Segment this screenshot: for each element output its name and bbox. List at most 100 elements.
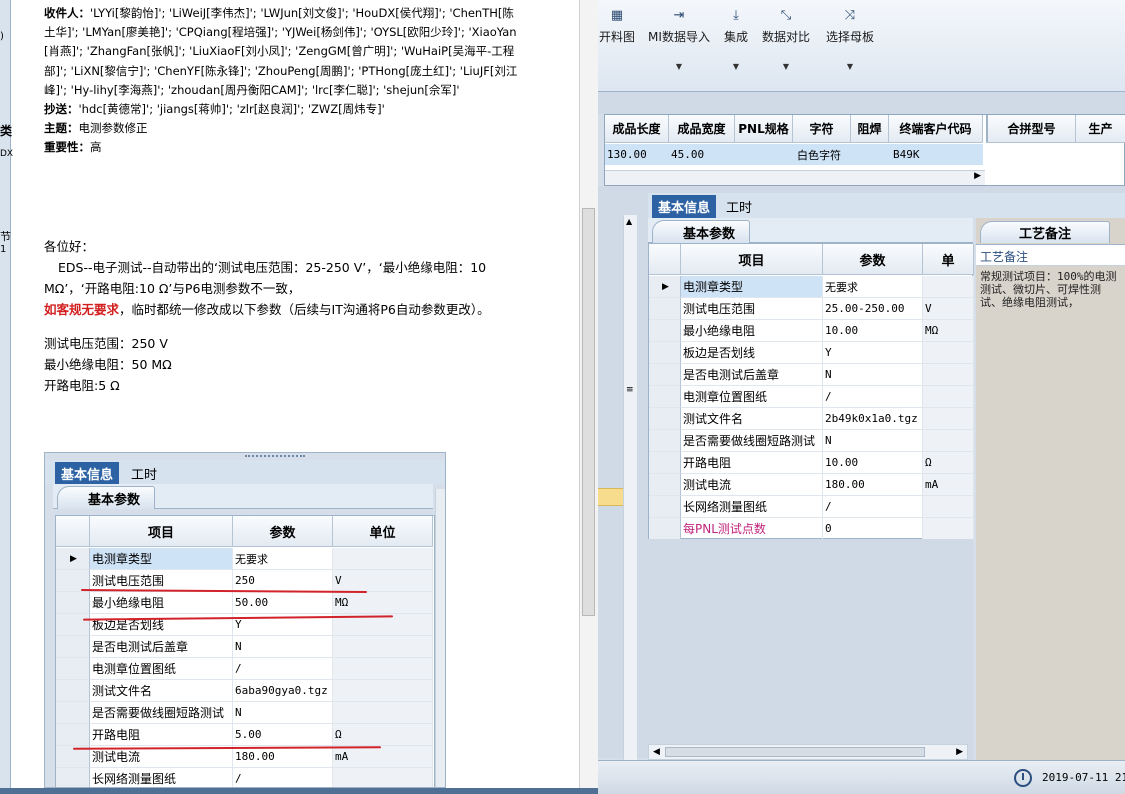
vertical-scrollbar[interactable]: ▲ ≡	[623, 215, 637, 760]
selected-node-highlight[interactable]	[596, 488, 624, 506]
remark-text[interactable]: 常规测试项目：100%的电测测试、微切片、可焊性测试、绝缘电阻测试，	[976, 266, 1125, 760]
recipients-line: 收件人：'LYYi[黎韵怡]'; 'LiWeiJ[李伟杰]'; 'LWJun[刘…	[44, 4, 522, 100]
dropdown-arrow-icon[interactable]: ▼	[760, 62, 812, 71]
row-indicator[interactable]	[649, 386, 681, 408]
cell-param: /	[233, 768, 333, 787]
col-character[interactable]: 字符	[793, 115, 851, 143]
cell-item: 最小绝缘电阻	[90, 592, 233, 614]
cc-value[interactable]: 'hdc[黄德常]'; 'jiangs[蒋帅]'; 'zlr[赵良润]'; 'Z…	[79, 102, 385, 116]
col-item[interactable]: 项目	[681, 244, 823, 275]
table-row[interactable]: ▶ 电测章类型 无要求	[649, 276, 974, 298]
scroll-right-icon[interactable]: ▶	[956, 747, 963, 757]
row-indicator[interactable]	[649, 496, 681, 518]
horizontal-scrollbar[interactable]: ◀ ▶	[648, 744, 968, 760]
cell-param[interactable]: 10.00	[823, 320, 923, 342]
col-pnl-spec[interactable]: PNL规格	[735, 115, 793, 143]
col-product-width[interactable]: 成品宽度	[669, 115, 735, 143]
cell-param[interactable]: N	[823, 430, 923, 452]
row-indicator[interactable]	[649, 430, 681, 452]
splitter-grip	[245, 455, 305, 458]
cell-param[interactable]: 无要求	[823, 276, 923, 298]
table-row[interactable]: 测试文件名 2b49k0x1a0.tgz	[649, 408, 974, 430]
scroll-grip-icon[interactable]: ≡	[626, 385, 634, 395]
cell-unit	[923, 496, 974, 518]
col-production[interactable]: 生产	[1076, 115, 1125, 143]
col-unit[interactable]: 单	[923, 244, 974, 275]
cell-unit	[333, 658, 433, 680]
cell-param[interactable]: 10.00	[823, 452, 923, 474]
row-indicator[interactable]	[649, 518, 681, 540]
erp-application-window: ▦ 开料图 ⇥ MI数据导入 ▼ ⤓ 集成 ▼ ⤡ 数据对比 ▼ ⤨ 选择母板 …	[596, 0, 1125, 794]
col-merge-model[interactable]: 合拼型号	[986, 115, 1076, 143]
ribbon-mi-import-button[interactable]: ⇥ MI数据导入 ▼	[646, 8, 712, 71]
cell-param[interactable]: 2b49k0x1a0.tgz	[823, 408, 923, 430]
email-vertical-scrollbar[interactable]	[579, 0, 598, 794]
subject-label: 主题：	[44, 121, 79, 136]
cell-param[interactable]: N	[823, 364, 923, 386]
col-client-code[interactable]: 终端客户代码	[889, 115, 983, 143]
table-row[interactable]: 测试电流 180.00 mA	[649, 474, 974, 496]
dropdown-arrow-icon[interactable]: ▼	[822, 62, 878, 71]
status-bar: 2019-07-11 21	[596, 760, 1125, 794]
tab-work-hours[interactable]: 工时	[720, 195, 758, 218]
col-solder-mask[interactable]: 阻焊	[851, 115, 889, 143]
scroll-up-icon[interactable]: ▲	[626, 217, 632, 226]
cell-unit	[923, 518, 974, 540]
cell-param[interactable]: 0	[823, 518, 923, 540]
scroll-right-icon[interactable]: ▶	[974, 171, 981, 181]
table-row[interactable]: 是否需要做线圈短路测试 N	[649, 430, 974, 452]
table-row[interactable]: 每PNL测试点数 0	[649, 518, 974, 540]
table-row[interactable]: 板边是否划线 Y	[649, 342, 974, 364]
cell-unit	[923, 342, 974, 364]
cell-item: 开路电阻	[90, 724, 233, 746]
table-row[interactable]: 长网络测量图纸 /	[649, 496, 974, 518]
col-product-length[interactable]: 成品长度	[605, 115, 669, 143]
col-param[interactable]: 参数	[823, 244, 923, 275]
table-row: 最小绝缘电阻 50.00 MΩ	[56, 592, 434, 614]
row-header-corner	[649, 244, 681, 275]
row-header-corner	[56, 516, 90, 547]
dropdown-arrow-icon[interactable]: ▼	[646, 62, 712, 71]
row-indicator[interactable]	[649, 408, 681, 430]
param-voltage-line: 测试电压范围：250 V	[44, 336, 168, 351]
scroll-thumb[interactable]	[582, 208, 595, 616]
row-indicator[interactable]	[649, 364, 681, 386]
tab-basic-params[interactable]: 基本参数	[652, 220, 751, 243]
status-datetime: 2019-07-11 21	[1042, 771, 1125, 784]
params-grid: 项目 参数 单 ▶ 电测章类型 无要求 测试电压范围 25.00-250.00 V 最小绝缘…	[648, 243, 974, 540]
recipients-value[interactable]: 'LYYi[黎韵怡]'; 'LiWeiJ[李伟杰]'; 'LWJun[刘文俊]'…	[44, 6, 517, 97]
table-row[interactable]: 测试电压范围 25.00-250.00 V	[649, 298, 974, 320]
dropdown-arrow-icon[interactable]: ▼	[720, 62, 752, 71]
cell-param[interactable]: Y	[823, 342, 923, 364]
ribbon-select-mother-button[interactable]: ⤨ 选择母板 ▼	[822, 8, 878, 71]
row-indicator[interactable]: ▶	[649, 276, 681, 298]
cell-param[interactable]: 180.00	[823, 474, 923, 496]
table-row[interactable]: 最小绝缘电阻 10.00 MΩ	[649, 320, 974, 342]
row-indicator	[56, 702, 90, 724]
email-header: 收件人：'LYYi[黎韵怡]'; 'LiWeiJ[李伟杰]'; 'LWJun[刘…	[44, 4, 522, 158]
table-row[interactable]: 电测章位置图纸 /	[649, 386, 974, 408]
ribbon-toolbar: ▦ 开料图 ⇥ MI数据导入 ▼ ⤓ 集成 ▼ ⤡ 数据对比 ▼ ⤨ 选择母板 …	[596, 0, 1125, 92]
cell-item: 开路电阻	[681, 452, 823, 474]
ribbon-integrate-button[interactable]: ⤓ 集成 ▼	[720, 8, 752, 71]
table-row[interactable]: 开路电阻 10.00 Ω	[649, 452, 974, 474]
row-indicator[interactable]	[649, 342, 681, 364]
scroll-thumb[interactable]	[665, 747, 925, 757]
tab-basic-info[interactable]: 基本信息	[652, 195, 717, 218]
cell-param[interactable]: 25.00-250.00	[823, 298, 923, 320]
cell-item: 电测章位置图纸	[90, 658, 233, 680]
tab-process-remark[interactable]: 工艺备注	[980, 221, 1110, 243]
cell-param: 无要求	[233, 548, 333, 570]
table-row[interactable]: 是否电测试后盖章 N	[649, 364, 974, 386]
scroll-left-icon[interactable]: ◀	[653, 747, 660, 757]
horizontal-scrollbar[interactable]: ▶	[605, 170, 985, 185]
row-indicator[interactable]	[649, 474, 681, 496]
cell-param[interactable]: /	[823, 496, 923, 518]
ribbon-compare-button[interactable]: ⤡ 数据对比 ▼	[760, 8, 812, 71]
row-indicator[interactable]	[649, 320, 681, 342]
cell-param[interactable]: /	[823, 386, 923, 408]
ribbon-cutting-chart-button[interactable]: ▦ 开料图	[596, 8, 638, 45]
row-indicator[interactable]	[649, 298, 681, 320]
window-bottom-frame	[0, 788, 598, 794]
row-indicator[interactable]	[649, 452, 681, 474]
